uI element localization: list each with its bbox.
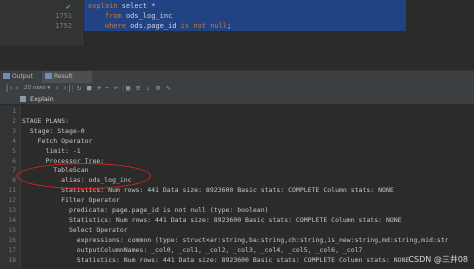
red-annotation-circle — [17, 163, 151, 189]
sql-token: select * — [121, 2, 156, 10]
plan-line: STAGE PLANS: — [22, 116, 69, 125]
editor-margin — [406, 0, 474, 31]
plan-line: Stage: Stage-0 — [22, 126, 85, 135]
result-toolbar: |‹ ‹ 20 rows ▾ › ›| ↻ ■ + − ↶ ▦ ≡ ⇣ ⚙ ✎ — [0, 83, 474, 94]
reload-icon[interactable]: ↻ — [77, 84, 81, 93]
tab-output[interactable]: Output — [0, 71, 40, 83]
line-number: 5 — [12, 146, 16, 155]
export-icon[interactable]: ⇣ — [146, 84, 150, 93]
sql-token: .page_id — [142, 22, 181, 30]
line-number: 13 — [8, 206, 16, 214]
code-line[interactable]: from ods_log_inc — [88, 12, 172, 20]
text-view-icon[interactable]: ≡ — [136, 84, 140, 93]
line-number: 1752 — [55, 22, 72, 30]
line-number: 1 — [12, 107, 16, 115]
line-number: 8 — [12, 176, 16, 185]
nav-next-icon[interactable]: › — [55, 84, 59, 93]
line-number: 12 — [8, 196, 16, 205]
tab-result[interactable]: Result 20× — [42, 71, 92, 92]
line-number: 7 — [12, 166, 16, 175]
line-number: 11 — [8, 186, 16, 195]
stop-icon[interactable]: ■ — [87, 84, 91, 93]
plan-line: Statistics: Num rows: 441 Data size: 892… — [22, 215, 402, 224]
code-line[interactable]: explain select * — [88, 2, 155, 10]
line-number: 18 — [8, 255, 16, 264]
nav-prev-icon[interactable]: ‹ — [15, 84, 19, 93]
plan-line: Select Operator — [22, 225, 128, 234]
line-number: 14 — [8, 215, 16, 224]
watermark: CSDN @三井08 — [408, 255, 468, 264]
sql-keyword: is not null — [180, 22, 228, 30]
remove-row-icon[interactable]: − — [105, 84, 109, 93]
sql-token: ; — [227, 22, 232, 30]
rows-count[interactable]: 20 rows ▾ — [24, 84, 50, 93]
line-number: 3 — [12, 126, 16, 135]
check-icon: ✔ — [66, 2, 71, 11]
line-number: 17 — [8, 245, 16, 254]
sql-keyword: where — [88, 22, 131, 30]
line-number: 1751 — [55, 12, 72, 20]
toolbar-separator — [72, 85, 73, 92]
pin-icon[interactable]: ✎ — [166, 84, 170, 93]
plan-line: predicate: page.page_id is not null (typ… — [22, 206, 269, 214]
tool-window-tabs: Output Result 20× — [0, 70, 474, 92]
nav-first-icon[interactable]: |‹ — [5, 84, 13, 93]
explain-icon — [20, 96, 26, 102]
sql-token: ods_log_inc — [125, 12, 173, 20]
plan-line: limit: -1 — [22, 146, 81, 155]
sql-editor[interactable]: ✔ 1751 1752 explain select * from ods_lo… — [0, 0, 474, 46]
line-number: 2 — [12, 116, 16, 125]
table-icon — [45, 73, 52, 79]
sql-keyword: from — [88, 12, 126, 20]
plan-line: Filter Operator — [22, 196, 120, 205]
code-line[interactable]: where ods.page_id is not null; — [88, 22, 231, 30]
line-number: 16 — [8, 235, 16, 244]
plan-line: outputColumnNames: _col0, _col1, _col2, … — [22, 245, 363, 254]
tab-label: Output — [12, 73, 33, 80]
line-number: 15 — [8, 225, 16, 234]
output-icon — [3, 73, 10, 79]
settings-icon[interactable]: ⚙ — [156, 84, 160, 93]
add-row-icon[interactable]: + — [97, 84, 101, 93]
nav-last-icon[interactable]: ›| — [63, 84, 71, 93]
explain-header: Explain — [0, 94, 474, 105]
result-gutter: 1 2 3 4 5 6 7 8 11 12 13 14 15 16 17 18 — [0, 105, 21, 269]
explain-title: Explain — [30, 95, 54, 103]
sql-keyword: explain — [88, 2, 122, 10]
undo-icon[interactable]: ↶ — [114, 84, 118, 93]
line-number: 4 — [12, 136, 16, 145]
plan-line: Statistics: Num rows: 441 Data size: 892… — [22, 255, 410, 264]
table-view-icon[interactable]: ▦ — [126, 84, 130, 93]
line-number: 6 — [12, 156, 16, 165]
plan-line: expressions: common (type: struct<ar:str… — [22, 235, 449, 244]
plan-line: Fetch Operator — [22, 136, 93, 145]
toolbar-separator — [123, 85, 124, 92]
editor-gutter: ✔ 1751 1752 — [0, 0, 83, 46]
explain-result[interactable]: 1 2 3 4 5 6 7 8 11 12 13 14 15 16 17 18 STAGE PLANS: St… — [0, 105, 474, 269]
sql-token: ods — [130, 22, 143, 30]
